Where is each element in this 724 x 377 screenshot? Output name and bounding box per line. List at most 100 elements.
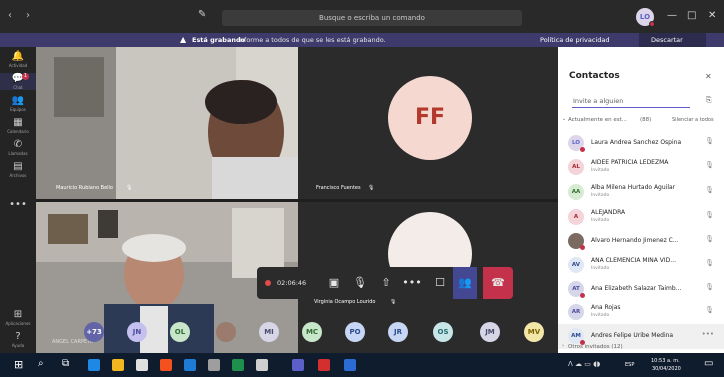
video-tile-1[interactable]: Mauricio Rubiano Bello 🎙 — [36, 47, 298, 199]
calculator-icon[interactable] — [256, 359, 268, 371]
mic-off-icon[interactable]: 🎙 — [349, 267, 371, 299]
contact-row[interactable]: Alvaro Hernando Jimenez C... 🎙 — [558, 229, 724, 254]
forward-button[interactable]: › — [26, 10, 30, 21]
file-explorer-icon[interactable] — [112, 359, 124, 371]
mic-off-icon: 🎙 — [126, 185, 133, 191]
dismiss-button[interactable]: Descartar — [639, 33, 706, 47]
mic-off-icon[interactable]: 🎙 — [705, 161, 714, 169]
avatar: AV — [568, 257, 584, 273]
maximize-button[interactable]: □ — [687, 10, 696, 21]
contact-role: Invitado — [591, 193, 610, 198]
teams-window: ‹ › ✎ Busque o escriba un comando LO — □… — [0, 0, 724, 377]
rail-item-activity[interactable]: 🔔 Actividad — [0, 51, 36, 68]
rail-item-chat[interactable]: 💬 Chat 1 — [0, 73, 36, 90]
mic-off-icon[interactable]: 🎙 — [705, 306, 714, 314]
close-icon[interactable]: ✕ — [705, 72, 712, 81]
contact-row[interactable]: AA Alba Milena Hurtado Aguilar Invitado … — [558, 180, 724, 205]
mic-off-icon[interactable]: 🎙 — [705, 283, 714, 291]
more-actions-icon[interactable]: ••• — [401, 267, 423, 299]
rail-item-files[interactable]: ▤ Archivos — [0, 161, 36, 178]
contact-row[interactable]: AT Ana Elizabeth Salazar Taimb... 🎙 — [558, 277, 724, 302]
rail-item-teams[interactable]: 👥 Equipos — [0, 95, 36, 112]
participant-avatar[interactable]: OS — [433, 322, 453, 342]
mic-off-icon[interactable]: 🎙 — [705, 259, 714, 267]
avatar-initials: MC — [305, 328, 319, 336]
avatar[interactable]: LO — [636, 8, 655, 27]
input-language[interactable]: ESP — [625, 362, 634, 368]
share-invite-icon[interactable]: ⎘ — [706, 96, 712, 105]
participant-video — [36, 47, 298, 199]
close-button[interactable]: ✕ — [708, 10, 716, 21]
share-screen-icon[interactable]: ⇧ — [375, 267, 397, 299]
contact-row[interactable]: AV ANA CLEMENCIA MINA VID... Invitado 🎙 — [558, 253, 724, 278]
privacy-policy-button[interactable]: Política de privacidad — [540, 36, 610, 44]
camera-off-icon[interactable]: ▣ — [323, 267, 345, 299]
clock-date[interactable]: 30/04/2020 — [652, 366, 681, 372]
participant-avatar[interactable]: MV — [524, 322, 544, 342]
contact-role: Invitado — [591, 313, 610, 318]
hang-up-icon: ☎ — [491, 276, 505, 289]
chrome-icon[interactable] — [160, 359, 172, 371]
avatar: AL — [568, 159, 584, 175]
participant-avatar[interactable]: MC — [302, 322, 322, 342]
pdf-reader-icon[interactable] — [318, 359, 330, 371]
section-header[interactable]: ⌄ Actualmente en est... (88) Silenciar a… — [558, 115, 724, 127]
participant-avatar[interactable]: JR — [388, 322, 408, 342]
avatar-initials: LO — [572, 140, 580, 146]
contact-row[interactable]: LO Laura Andrea Sanchez Ospina 🎙 — [558, 131, 724, 156]
hang-up-button[interactable]: ☎ — [483, 267, 513, 299]
contact-role: Invitado — [591, 266, 610, 271]
presence-dot — [580, 293, 585, 298]
store-icon[interactable] — [136, 359, 148, 371]
rail-item-calendar[interactable]: ▦ Calendario — [0, 117, 36, 134]
notifications-icon[interactable]: ▭ — [704, 358, 713, 369]
contact-name: Ana Rojas — [591, 304, 621, 311]
rail-item-calls[interactable]: ✆ Llamadas — [0, 139, 36, 156]
rail-label: Equipos — [10, 107, 26, 112]
others-section[interactable]: › Otros invitados (12) — [558, 343, 724, 353]
participant-avatar[interactable]: OL — [170, 322, 190, 342]
participant-avatar[interactable]: MI — [259, 322, 279, 342]
clock-time[interactable]: 10:53 a. m. — [651, 358, 680, 364]
contact-name: AIDEE PATRICIA LEDEZMA — [591, 159, 669, 166]
participant-avatar[interactable]: JM — [480, 322, 500, 342]
windows-start-icon[interactable]: ⊞ — [14, 358, 23, 371]
invite-input[interactable]: Invite a alguien — [572, 96, 690, 108]
more-options-icon[interactable]: ••• — [702, 330, 714, 338]
contact-row[interactable]: AR Ana Rojas Invitado 🎙 — [558, 300, 724, 325]
tools-icon[interactable] — [208, 359, 220, 371]
mic-off-icon[interactable]: 🎙 — [705, 235, 714, 243]
rail-item-help[interactable]: ? Ayuda — [0, 331, 36, 348]
teams-taskbar-icon[interactable] — [292, 359, 304, 371]
mute-all-button[interactable]: Silenciar a todos — [672, 117, 714, 123]
avatar-initials: PO — [349, 328, 361, 336]
excel-icon[interactable] — [232, 359, 244, 371]
search-icon[interactable]: ⌕ — [38, 358, 44, 369]
participant-overflow[interactable]: +73 — [84, 322, 104, 342]
compose-icon[interactable]: ✎ — [198, 9, 206, 20]
mic-off-icon[interactable]: 🎙 — [705, 137, 714, 145]
word-icon[interactable] — [344, 359, 356, 371]
back-button[interactable]: ‹ — [8, 10, 12, 21]
participant-avatar[interactable]: PO — [345, 322, 365, 342]
rail-item-more[interactable]: ••• — [0, 199, 36, 210]
chat-toggle-icon[interactable]: ☐ — [429, 267, 451, 299]
contact-row[interactable]: AL AIDEE PATRICIA LEDEZMA Invitado 🎙 — [558, 155, 724, 180]
video-tile-2[interactable]: FF Francisco Fuentes 🎙 — [298, 47, 558, 199]
minimize-button[interactable]: — — [667, 10, 677, 21]
participants-button[interactable]: 👥 — [453, 267, 477, 299]
mic-off-icon[interactable]: 🎙 — [705, 211, 714, 219]
mail-icon[interactable] — [184, 359, 196, 371]
task-view-icon[interactable]: ⧉ — [62, 358, 69, 369]
presence-dot — [649, 21, 655, 27]
participant-avatar[interactable]: JN — [127, 322, 147, 342]
rail-item-apps[interactable]: ⊞ Aplicaciones — [0, 309, 36, 326]
participant-avatar-photo[interactable] — [216, 322, 236, 342]
edge-icon[interactable] — [88, 359, 100, 371]
system-tray-icons[interactable]: ᐱ ☁ ▭ ◖◗ — [568, 360, 600, 368]
mic-off-icon[interactable]: 🎙 — [705, 186, 714, 194]
avatar-initials: JN — [132, 328, 142, 336]
search-input[interactable]: Busque o escriba un comando — [222, 10, 522, 26]
contact-row[interactable]: A ALEJANDRA Invitado 🎙 — [558, 205, 724, 230]
chevron-down-icon: ⌄ — [562, 116, 567, 122]
